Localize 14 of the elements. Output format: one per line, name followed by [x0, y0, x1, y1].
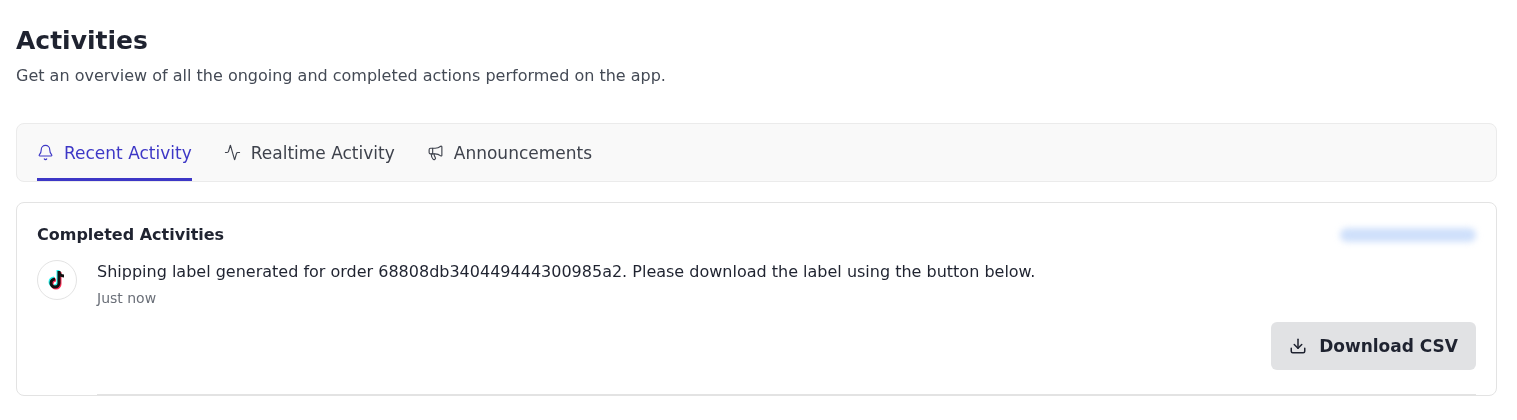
card-title: Completed Activities [37, 225, 225, 244]
tab[interactable]: Recent Activity [37, 124, 192, 181]
activity-time: Just now [97, 290, 158, 306]
bell-icon [37, 144, 54, 161]
tab[interactable]: Announcements [426, 124, 593, 181]
download-icon [1289, 337, 1308, 355]
page-title: Activities [16, 25, 149, 57]
download-button[interactable]: Download CSV [1271, 322, 1476, 370]
tab[interactable]: Realtime Activity [223, 124, 395, 181]
activity-message: Shipping label generated for order 68808db340449444300985a2. Please download the label using the button below. [97, 261, 1037, 283]
music-note-icon [48, 270, 66, 290]
megaphone-icon [426, 144, 444, 161]
pulse-icon [223, 144, 241, 161]
page-subtitle: Get an overview of all the ongoing and completed actions performed on the app. [16, 66, 667, 85]
